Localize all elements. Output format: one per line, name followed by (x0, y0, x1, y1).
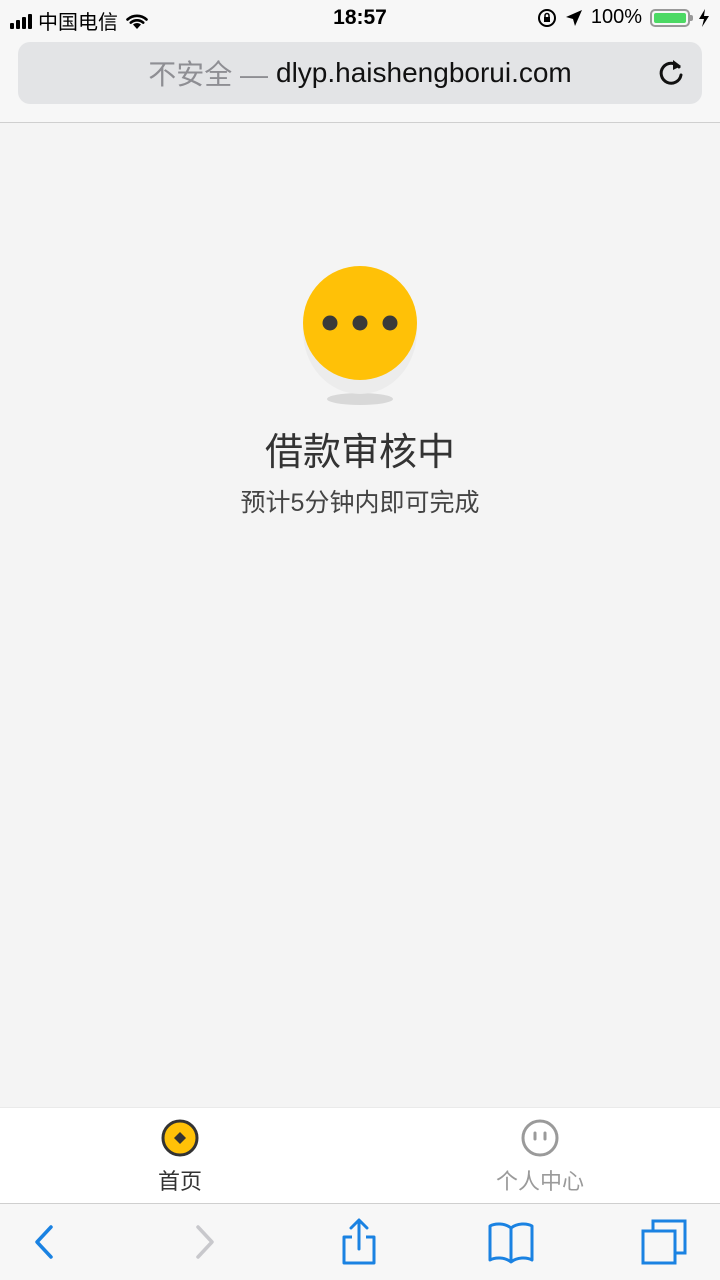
book-icon[interactable] (487, 1218, 535, 1266)
app-tab-bar: 首页 个人中心 (0, 1107, 720, 1204)
url-text: dlyp.haishengborui.com (276, 57, 572, 88)
battery-percent: 100% (590, 6, 642, 28)
location-arrow-icon (565, 9, 582, 26)
rotation-lock-icon (537, 8, 556, 27)
battery-fill (654, 12, 686, 23)
battery-icon (650, 8, 693, 27)
review-status-title: 借款审核中 (264, 432, 455, 474)
security-label: 不安全 — (148, 59, 269, 90)
tab-profile-label: 个人中心 (495, 1169, 584, 1194)
main-content: 借款审核中 预计5分钟内即可完成 (0, 123, 720, 1107)
charging-bolt-icon (699, 8, 709, 27)
browser-toolbar (0, 1203, 720, 1280)
tab-profile[interactable]: 个人中心 (360, 1108, 720, 1204)
status-right: 100% (537, 6, 710, 29)
battery-cap (690, 14, 693, 21)
reload-icon[interactable] (654, 56, 688, 90)
forward-arrow-icon[interactable] (180, 1218, 228, 1266)
address-bar[interactable]: 不安全 — dlyp.haishengborui.com (18, 42, 702, 104)
coin-icon (161, 1119, 199, 1157)
face-icon (521, 1119, 559, 1157)
review-status-subtitle: 预计5分钟内即可完成 (240, 489, 480, 517)
back-arrow-icon[interactable] (21, 1218, 69, 1266)
status-bar: 中国电信 18:57 100% (0, 0, 720, 36)
tab-home[interactable]: 首页 (0, 1108, 360, 1204)
browser-address-area: 不安全 — dlyp.haishengborui.com (0, 36, 720, 123)
tabs-icon[interactable] (640, 1218, 688, 1266)
tab-home-label: 首页 (157, 1169, 202, 1194)
screen: 中国电信 18:57 100% 不安全 — dlyp.haishengborui… (0, 0, 720, 1280)
pending-dots-icon (303, 266, 417, 405)
share-icon[interactable] (335, 1218, 383, 1266)
